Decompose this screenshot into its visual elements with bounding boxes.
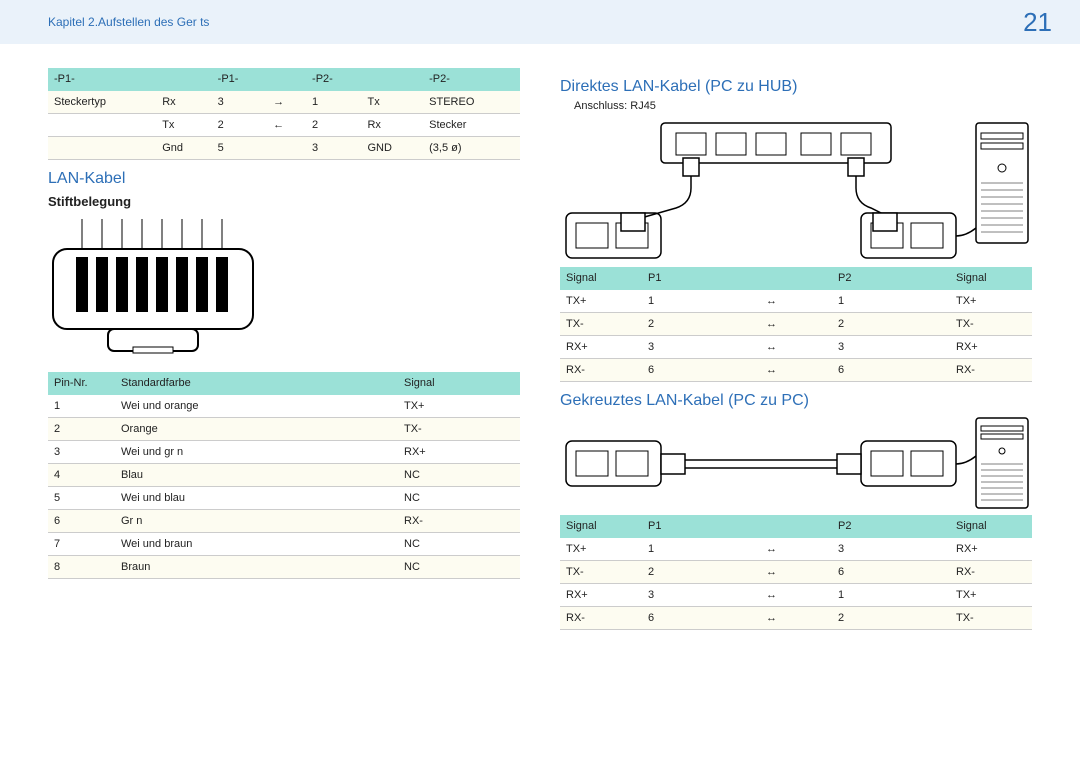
cross-lan-heading: Gekreuztes LAN-Kabel (PC zu PC) (560, 392, 1032, 410)
table-row: 7Wei und braunNC (48, 533, 520, 556)
table-row: Tx2←2RxStecker (48, 114, 520, 137)
chapter-label: Kapitel 2.Aufstellen des Ger ts (48, 15, 209, 29)
direct-lan-heading: Direktes LAN-Kabel (PC zu HUB) (560, 78, 1032, 96)
pc-to-pc-diagram (560, 416, 1032, 511)
right-column: Direktes LAN-Kabel (PC zu HUB) Anschluss… (560, 68, 1032, 636)
pin-table: Pin-Nr. Standardfarbe Signal 1Wei und or… (48, 372, 520, 579)
hdr-signal: Signal (398, 372, 520, 395)
table-row: TX-2↔2TX- (560, 313, 1032, 336)
table-row: SteckertypRx3→1TxSTEREO (48, 91, 520, 114)
hdr-color: Standardfarbe (115, 372, 398, 395)
table-row: 3Wei und gr nRX+ (48, 441, 520, 464)
table-row: 5Wei und blauNC (48, 487, 520, 510)
hdr-p2b: -P2- (423, 68, 520, 91)
table-row: RX-6↔2TX- (560, 607, 1032, 630)
table-row: TX+1↔3RX+ (560, 538, 1032, 561)
hdr-p1b: -P1- (212, 68, 267, 91)
page-number: 21 (1023, 7, 1052, 38)
page-header: Kapitel 2.Aufstellen des Ger ts 21 (0, 0, 1080, 44)
hdr-p2a: -P2- (306, 68, 361, 91)
rj45-note: Anschluss: RJ45 (574, 100, 1032, 112)
table-row: 4BlauNC (48, 464, 520, 487)
plug-table: -P1- -P1- -P2- -P2- SteckertypRx3→1TxSTE… (48, 68, 520, 160)
table-row: Gnd53GND(3,5 ø) (48, 137, 520, 160)
table-row: 1Wei und orangeTX+ (48, 395, 520, 418)
stiftbelegung-heading: Stiftbelegung (48, 194, 520, 209)
table-row: TX+1↔1TX+ (560, 290, 1032, 313)
table-row: TX-2↔6RX- (560, 561, 1032, 584)
hub-to-pc-diagram (560, 118, 1032, 263)
cross-lan-table: Signal P1 P2 Signal TX+1↔3RX+TX-2↔6RX-RX… (560, 515, 1032, 630)
rj45-jack-diagram (48, 219, 258, 354)
hdr-pinnr: Pin-Nr. (48, 372, 115, 395)
hdr-p1a: -P1- (48, 68, 156, 91)
table-row: 6Gr nRX- (48, 510, 520, 533)
table-row: RX+3↔3RX+ (560, 336, 1032, 359)
table-row: RX+3↔1TX+ (560, 584, 1032, 607)
table-row: 2OrangeTX- (48, 418, 520, 441)
left-column: -P1- -P1- -P2- -P2- SteckertypRx3→1TxSTE… (48, 68, 520, 636)
table-row: 8BraunNC (48, 556, 520, 579)
lan-kabel-heading: LAN-Kabel (48, 170, 520, 188)
table-row: RX-6↔6RX- (560, 359, 1032, 382)
direct-lan-table: Signal P1 P2 Signal TX+1↔1TX+TX-2↔2TX-RX… (560, 267, 1032, 382)
